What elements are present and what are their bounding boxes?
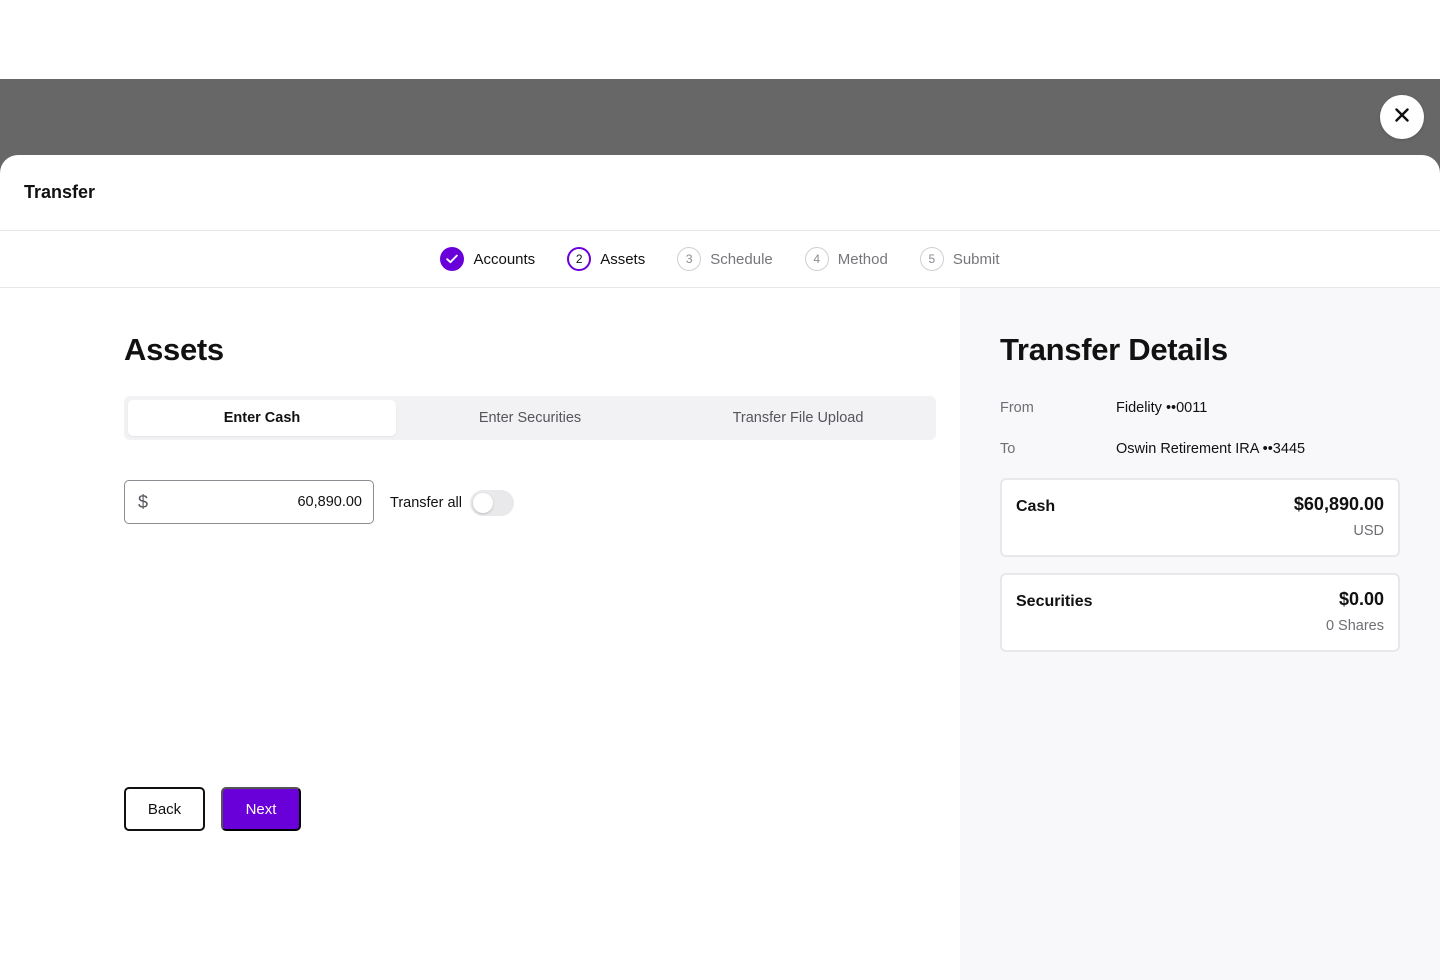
step-submit[interactable]: 5 Submit bbox=[919, 247, 1000, 271]
from-row: From Fidelity ••0011 bbox=[1000, 400, 1207, 416]
cash-amount-input[interactable] bbox=[148, 494, 362, 510]
step-label: Schedule bbox=[710, 250, 773, 268]
top-blank-area bbox=[0, 0, 1440, 79]
step-number: 2 bbox=[567, 247, 592, 271]
step-label: Accounts bbox=[473, 250, 536, 268]
securities-amount: $0.00 bbox=[1338, 589, 1384, 609]
back-button[interactable]: Back bbox=[124, 787, 205, 831]
assets-panel: Assets Enter Cash Enter Securities Trans… bbox=[0, 288, 960, 980]
transfer-all-toggle[interactable] bbox=[469, 490, 514, 516]
transfer-details-panel: Transfer Details From Fidelity ••0011 To… bbox=[960, 288, 1440, 980]
securities-shares: 0 Shares bbox=[1325, 618, 1384, 634]
cash-currency: USD bbox=[1353, 523, 1384, 539]
assets-title: Assets bbox=[124, 332, 224, 367]
to-value: Oswin Retirement IRA ••3445 bbox=[1116, 441, 1306, 457]
step-number: 4 bbox=[804, 247, 829, 271]
step-accounts[interactable]: Accounts bbox=[440, 247, 535, 271]
to-row: To Oswin Retirement IRA ••3445 bbox=[1000, 441, 1305, 457]
check-icon bbox=[440, 247, 465, 271]
transfer-modal: Transfer Accounts 2 Assets 3 Schedule 4 … bbox=[0, 155, 1440, 980]
next-button[interactable]: Next bbox=[221, 787, 301, 831]
securities-summary-card: Securities $0.00 0 Shares bbox=[1000, 573, 1400, 652]
step-number: 3 bbox=[677, 247, 702, 271]
stepper: Accounts 2 Assets 3 Schedule 4 Method 5 … bbox=[0, 231, 1440, 288]
from-value: Fidelity ••0011 bbox=[1116, 400, 1208, 416]
dollar-prefix: $ bbox=[138, 491, 149, 512]
modal-title: Transfer bbox=[24, 182, 96, 202]
from-label: From bbox=[1000, 400, 1034, 416]
tab-transfer-file-upload[interactable]: Transfer File Upload bbox=[664, 400, 932, 436]
asset-type-tabs: Enter Cash Enter Securities Transfer Fil… bbox=[124, 396, 936, 440]
step-assets[interactable]: 2 Assets bbox=[567, 247, 645, 271]
modal-header: Transfer bbox=[0, 155, 1440, 231]
close-button[interactable] bbox=[1380, 95, 1424, 139]
step-number: 5 bbox=[919, 247, 944, 271]
close-icon bbox=[1395, 107, 1409, 127]
tab-enter-cash[interactable]: Enter Cash bbox=[128, 400, 396, 436]
transfer-all-label: Transfer all bbox=[390, 495, 462, 511]
to-label: To bbox=[1000, 441, 1016, 457]
securities-label: Securities bbox=[1016, 593, 1093, 610]
transfer-all-control: Transfer all bbox=[390, 490, 514, 516]
step-label: Method bbox=[837, 250, 888, 268]
step-label: Assets bbox=[600, 250, 646, 268]
cash-amount-field[interactable]: $ bbox=[124, 480, 374, 524]
step-label: Submit bbox=[952, 250, 1000, 268]
modal-body: Assets Enter Cash Enter Securities Trans… bbox=[0, 288, 1440, 980]
cash-summary-card: Cash $60,890.00 USD bbox=[1000, 478, 1400, 557]
step-schedule[interactable]: 3 Schedule bbox=[677, 247, 773, 271]
tab-enter-securities[interactable]: Enter Securities bbox=[396, 400, 664, 436]
cash-label: Cash bbox=[1016, 498, 1056, 515]
cash-amount: $60,890.00 bbox=[1293, 494, 1384, 514]
step-method[interactable]: 4 Method bbox=[804, 247, 888, 271]
toggle-knob bbox=[472, 493, 493, 513]
details-title: Transfer Details bbox=[1000, 332, 1228, 367]
